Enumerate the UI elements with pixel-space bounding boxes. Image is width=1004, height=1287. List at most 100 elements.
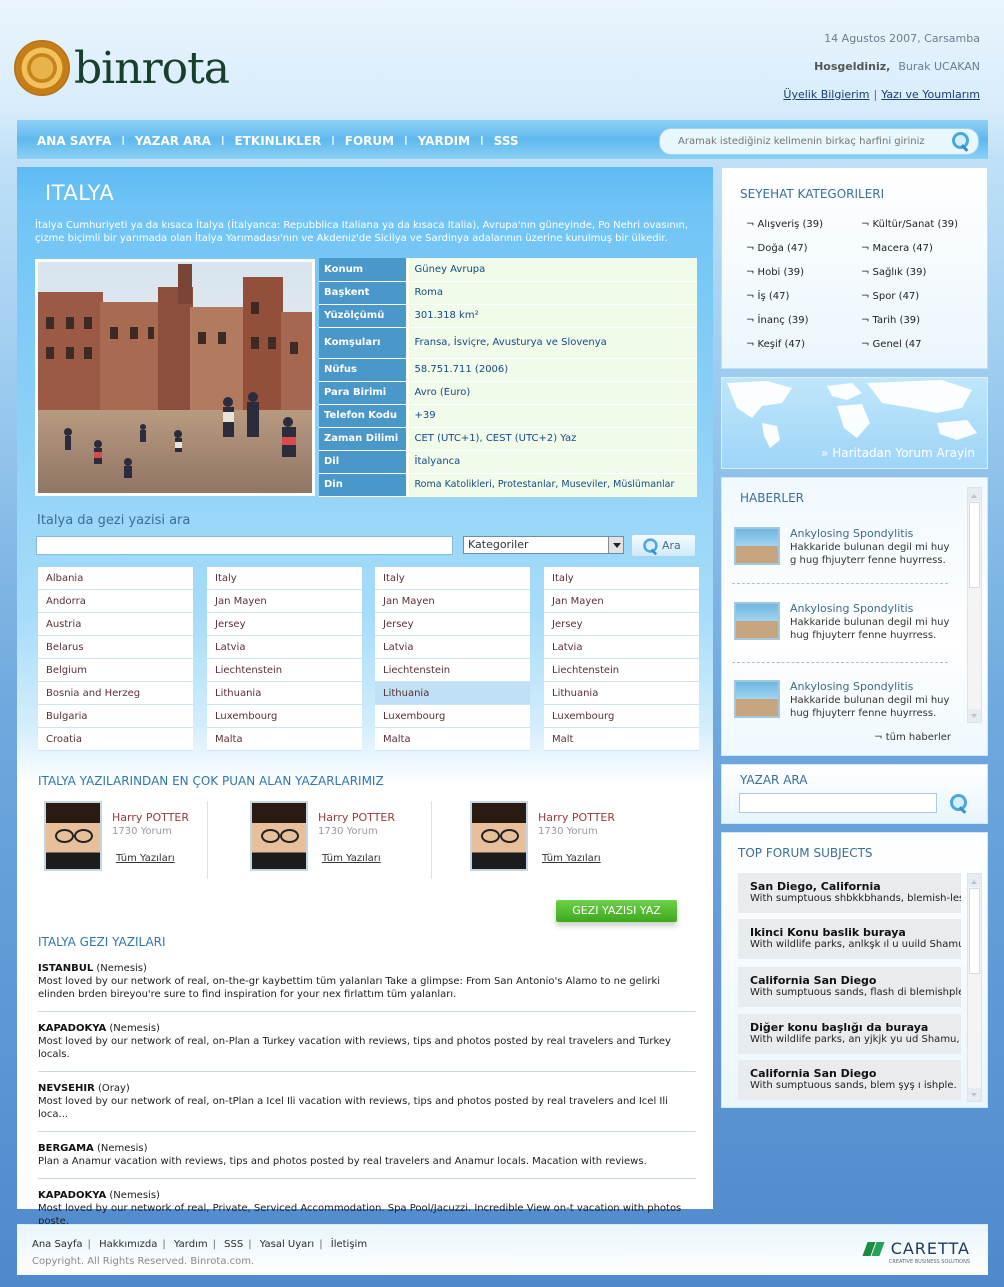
forum-topic[interactable]: California San Diego With sumptuous sand… <box>738 1060 961 1100</box>
nav-help[interactable]: YARDIM <box>418 134 470 148</box>
search-icon[interactable] <box>948 793 968 813</box>
country-link[interactable]: Andorra <box>38 590 193 613</box>
scroll-down-icon[interactable] <box>968 709 981 722</box>
footer-link-about[interactable]: Hakkımızda <box>99 1239 157 1250</box>
author-search-input[interactable] <box>739 793 937 813</box>
category-link[interactable]: ¬ Spor (47) <box>861 291 919 302</box>
country-link[interactable]: Austria <box>38 613 193 636</box>
trip-search-input[interactable] <box>36 536 453 555</box>
author-all-posts-link[interactable]: Tüm Yazıları <box>322 853 381 864</box>
scroll-thumb[interactable] <box>969 502 980 588</box>
country-link[interactable]: Luxembourg <box>544 705 699 728</box>
category-link[interactable]: ¬ Hobi (39) <box>746 267 804 278</box>
country-link[interactable]: Latvia <box>375 636 530 659</box>
country-link[interactable]: Latvia <box>207 636 362 659</box>
country-link[interactable]: Jan Mayen <box>544 590 699 613</box>
country-link[interactable]: Bosnia and Herzeg <box>38 682 193 705</box>
trip-place[interactable]: KAPADOKYA <box>38 1023 106 1034</box>
category-link[interactable]: ¬ Macera (47) <box>861 243 933 254</box>
country-link[interactable]: Italy <box>544 567 699 590</box>
country-link[interactable]: Jersey <box>544 613 699 636</box>
scroll-up-icon[interactable] <box>968 874 981 887</box>
nav-events[interactable]: ETKINLIKLER <box>235 134 322 148</box>
forum-topic-title[interactable]: Diğer konu başlığı da buraya <box>750 1021 961 1034</box>
search-icon[interactable] <box>950 131 970 151</box>
country-link[interactable]: Italy <box>207 567 362 590</box>
news-scrollbar[interactable] <box>967 487 982 723</box>
category-link[interactable]: ¬ Alışveriş (39) <box>746 219 823 230</box>
country-link[interactable]: Belarus <box>38 636 193 659</box>
country-link[interactable]: Luxembourg <box>207 705 362 728</box>
nav-home[interactable]: ANA SAYFA <box>37 134 111 148</box>
category-link[interactable]: ¬ Genel (47 <box>861 339 922 350</box>
country-link[interactable]: Lithuania <box>544 682 699 705</box>
all-news-link[interactable]: ¬ tüm haberler <box>874 732 951 743</box>
forum-topic[interactable]: Ikinci Konu baslik buraya With wildlife … <box>738 919 961 959</box>
footer-link-help[interactable]: Yardım <box>174 1239 208 1250</box>
trip-place[interactable]: BERGAMA <box>38 1143 94 1154</box>
profile-link[interactable]: Üyelik Bilgierim <box>783 88 869 101</box>
country-link[interactable]: Liechtenstein <box>207 659 362 682</box>
category-select[interactable]: Kategoriler <box>463 536 624 554</box>
forum-topic-title[interactable]: San Diego, California <box>750 880 961 893</box>
country-link[interactable]: Belgium <box>38 659 193 682</box>
footer-link-home[interactable]: Ana Sayfa <box>32 1239 83 1250</box>
country-link[interactable]: Malta <box>375 728 530 751</box>
category-link[interactable]: ¬ Kültür/Sanat (39) <box>861 219 958 230</box>
scroll-thumb[interactable] <box>969 888 980 974</box>
news-headline[interactable]: Ankylosing Spondylitis <box>790 680 913 693</box>
country-link[interactable]: Liechtenstein <box>544 659 699 682</box>
scroll-down-icon[interactable] <box>968 1088 981 1101</box>
author-avatar[interactable] <box>44 801 102 871</box>
news-headline[interactable]: Ankylosing Spondylitis <box>790 527 913 540</box>
country-link[interactable]: Bulgaria <box>38 705 193 728</box>
map-search-link[interactable]: » Haritadan Yorum Arayin <box>821 446 975 460</box>
country-link[interactable]: Liechtenstein <box>375 659 530 682</box>
country-link[interactable]: Malt <box>544 728 699 751</box>
trip-item[interactable]: KAPADOKYA (Nemesis) Most loved by our ne… <box>38 1022 696 1072</box>
author-name[interactable]: Harry POTTER <box>538 811 615 824</box>
trip-item[interactable]: NEVSEHIR (Oray) Most loved by our networ… <box>38 1082 696 1132</box>
forum-topic[interactable]: California San Diego With sumptuous sand… <box>738 967 961 1007</box>
news-headline[interactable]: Ankylosing Spondylitis <box>790 602 913 615</box>
my-posts-link[interactable]: Yazı ve Youmlarım <box>881 88 980 101</box>
country-link[interactable]: Italy <box>375 567 530 590</box>
category-link[interactable]: ¬ Sağlık (39) <box>861 267 926 278</box>
category-link[interactable]: ¬ Keşif (47) <box>746 339 805 350</box>
author-avatar[interactable] <box>250 801 308 871</box>
country-link[interactable]: Jersey <box>375 613 530 636</box>
map-search-box[interactable]: » Haritadan Yorum Arayin <box>721 377 988 469</box>
forum-topic[interactable]: San Diego, California With sumptuous shb… <box>738 873 961 913</box>
country-link[interactable]: Luxembourg <box>375 705 530 728</box>
country-link[interactable]: Jersey <box>207 613 362 636</box>
logo[interactable]: binrota <box>14 40 230 96</box>
forum-topic[interactable]: Diğer konu başlığı da buraya With wildli… <box>738 1014 961 1054</box>
trip-place[interactable]: ISTANBUL <box>38 963 93 974</box>
footer-link-faq[interactable]: SSS <box>224 1239 243 1250</box>
category-link[interactable]: ¬ İnanç (39) <box>746 315 809 326</box>
forum-scrollbar[interactable] <box>967 873 982 1102</box>
author-all-posts-link[interactable]: Tüm Yazıları <box>116 853 175 864</box>
country-link[interactable]: Latvia <box>544 636 699 659</box>
trip-item[interactable]: BERGAMA (Nemesis) Plan a Anamur vacation… <box>38 1142 696 1179</box>
trip-search-button[interactable]: Ara <box>631 534 696 557</box>
nav-forum[interactable]: FORUM <box>345 134 394 148</box>
trip-place[interactable]: KAPADOKYA <box>38 1190 106 1201</box>
author-all-posts-link[interactable]: Tüm Yazıları <box>542 853 601 864</box>
scroll-up-icon[interactable] <box>968 488 981 501</box>
author-name[interactable]: Harry POTTER <box>112 811 189 824</box>
forum-topic-title[interactable]: California San Diego <box>750 974 961 987</box>
country-link-highlighted[interactable]: Lithuania <box>375 682 530 705</box>
category-link[interactable]: ¬ Tarih (39) <box>861 315 920 326</box>
country-link[interactable]: Jan Mayen <box>375 590 530 613</box>
nav-faq[interactable]: SSS <box>494 134 519 148</box>
country-link[interactable]: Lithuania <box>207 682 362 705</box>
country-link[interactable]: Jan Mayen <box>207 590 362 613</box>
trip-place[interactable]: NEVSEHIR <box>38 1083 95 1094</box>
trip-item[interactable]: ISTANBUL (Nemesis) Most loved by our net… <box>38 962 696 1012</box>
country-link[interactable]: Malta <box>207 728 362 751</box>
top-search-input[interactable] <box>660 129 930 154</box>
chevron-down-icon[interactable] <box>608 537 623 553</box>
caretta-logo[interactable]: CARETTA CREATIVE BUSINESS SOLUTIONS <box>865 1239 970 1265</box>
category-link[interactable]: ¬ Doğa (47) <box>746 243 808 254</box>
